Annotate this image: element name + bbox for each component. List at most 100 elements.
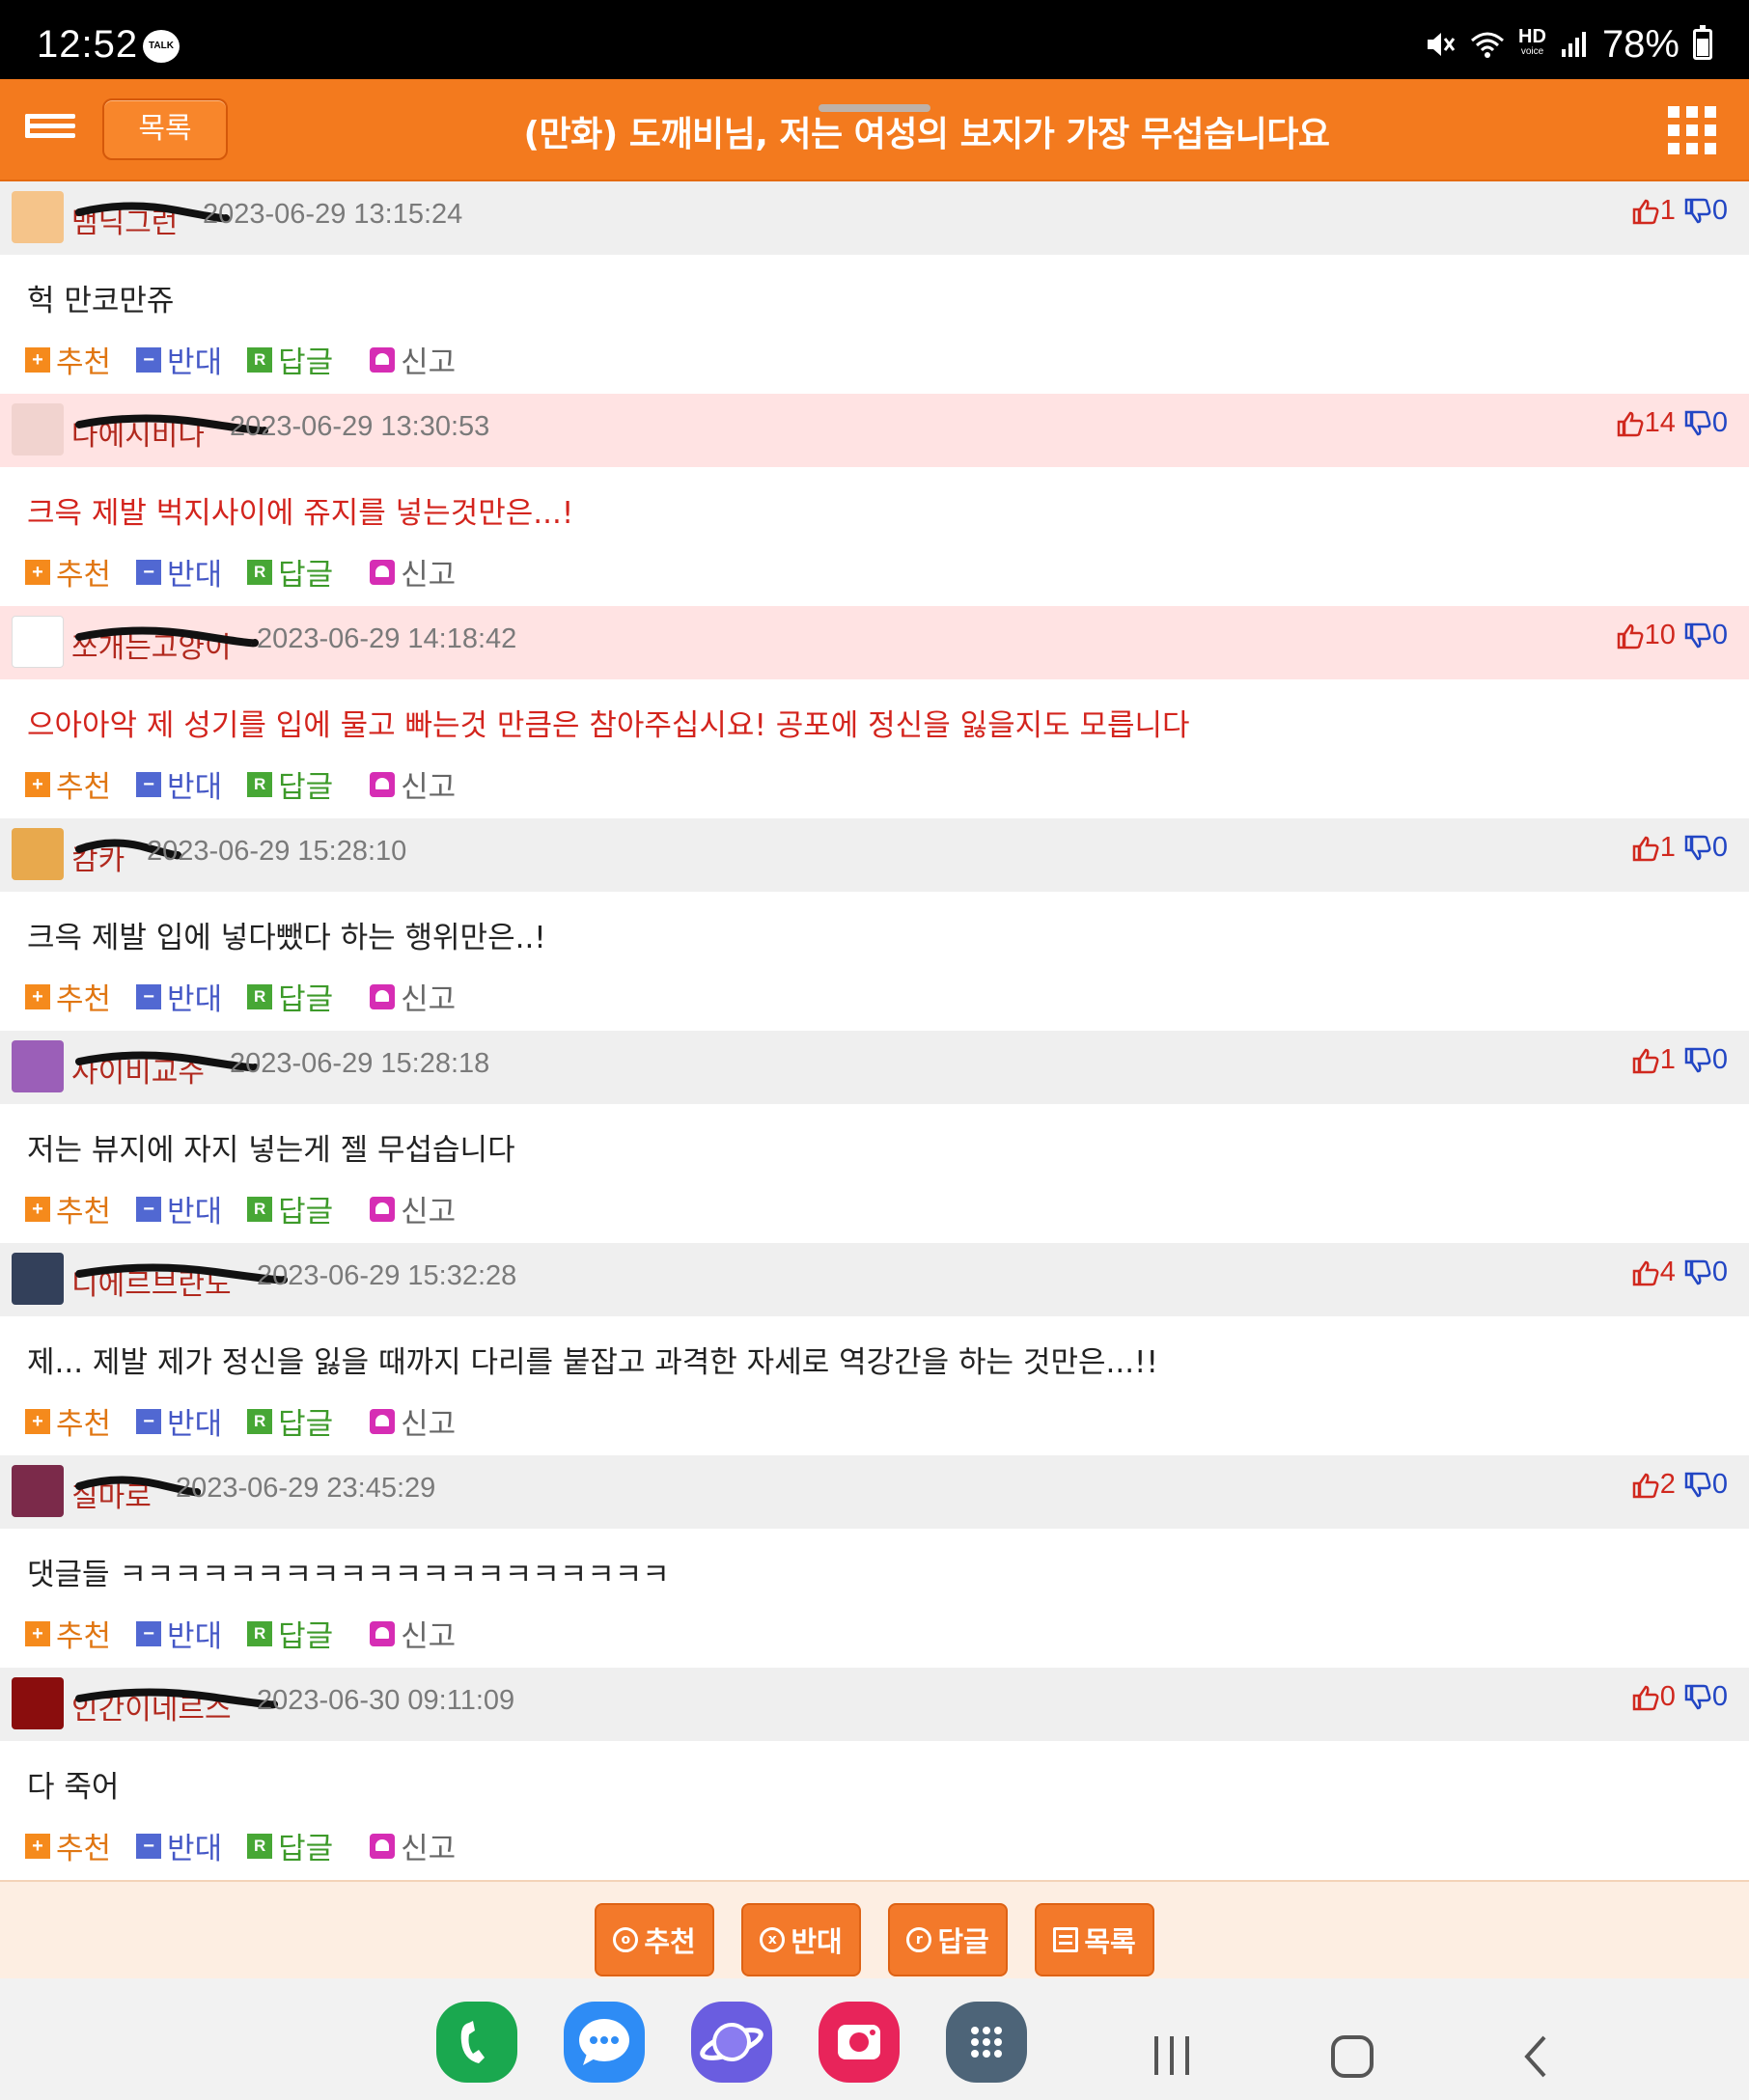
menu-icon[interactable] (25, 114, 75, 147)
oppose-button[interactable]: − 반대 (136, 1824, 222, 1867)
dislike-count[interactable]: 0 (1683, 195, 1728, 227)
report-button[interactable]: 신고 (370, 975, 456, 1018)
comment-item: 나에시비나 2023-06-29 13:30:53 14 0 크윽 제발 벅지사… (0, 394, 1749, 606)
recommend-button[interactable]: + 추천 (25, 762, 111, 806)
avatar[interactable] (12, 403, 64, 456)
thumbs-down-icon (1684, 622, 1711, 648)
plus-icon: + (25, 559, 50, 585)
reply-button[interactable]: R 답글 (247, 975, 333, 1018)
bottom-recommend-button[interactable]: o 추천 (595, 1903, 714, 1976)
like-count[interactable]: 4 (1631, 1257, 1676, 1288)
dislike-count[interactable]: 0 (1683, 1681, 1728, 1713)
oppose-button[interactable]: − 반대 (136, 1612, 222, 1655)
recommend-button[interactable]: + 추천 (25, 1612, 111, 1655)
comment-header: 칠마로 2023-06-29 23:45:29 2 0 (0, 1455, 1749, 1529)
recommend-button[interactable]: + 추천 (25, 975, 111, 1018)
report-button[interactable]: 신고 (370, 762, 456, 806)
avatar[interactable] (12, 616, 64, 668)
dislike-count[interactable]: 0 (1683, 1044, 1728, 1076)
thumbs-down-icon (1684, 835, 1711, 860)
recent-apps-icon[interactable] (1149, 2034, 1195, 2077)
oppose-button[interactable]: − 반대 (136, 550, 222, 594)
comment-item: 뱀닉그런 2023-06-29 13:15:24 1 0 헉 만코만쥬 +추천 (0, 181, 1749, 394)
avatar[interactable] (12, 1253, 64, 1305)
dislike-count[interactable]: 0 (1683, 1257, 1728, 1288)
comment-actions: + 추천 − 반대 R 답글 신고 (25, 1399, 481, 1443)
home-icon[interactable] (1330, 2034, 1374, 2079)
like-count[interactable]: 1 (1631, 1044, 1676, 1076)
dislike-count[interactable]: 0 (1683, 832, 1728, 864)
back-icon[interactable] (1521, 2034, 1550, 2079)
reply-button[interactable]: R 답글 (247, 338, 333, 381)
recommend-button[interactable]: + 추천 (25, 1399, 111, 1443)
avatar[interactable] (12, 828, 64, 880)
comment-header: 인간이네르스 2023-06-30 09:11:09 0 0 (0, 1668, 1749, 1741)
avatar[interactable] (12, 1465, 64, 1517)
like-count[interactable]: 1 (1631, 832, 1676, 864)
comment-date: 2023-06-29 23:45:29 (176, 1473, 436, 1504)
report-button[interactable]: 신고 (370, 1824, 456, 1867)
oppose-button[interactable]: − 반대 (136, 762, 222, 806)
camera-app-icon[interactable] (819, 2002, 900, 2083)
reply-button[interactable]: R 답글 (247, 1612, 333, 1655)
reply-r-icon: R (247, 1196, 273, 1222)
reply-button[interactable]: R 답글 (247, 550, 333, 594)
report-button[interactable]: 신고 (370, 1399, 456, 1443)
reply-button[interactable]: R 답글 (247, 1187, 333, 1230)
like-count[interactable]: 10 (1616, 620, 1676, 651)
avatar[interactable] (12, 1040, 64, 1092)
list-button[interactable]: 목록 (102, 98, 228, 160)
comment-date: 2023-06-29 15:28:10 (147, 836, 407, 867)
report-button[interactable]: 신고 (370, 338, 456, 381)
like-count[interactable]: 1 (1631, 195, 1676, 227)
bottom-oppose-button[interactable]: x 반대 (741, 1903, 861, 1976)
thumbs-up-icon (1632, 199, 1659, 224)
thumbs-up-icon (1617, 411, 1644, 436)
minus-icon: − (136, 1833, 162, 1859)
comment-header: 쪼개는고양이 2023-06-29 14:18:42 10 0 (0, 606, 1749, 679)
avatar[interactable] (12, 1677, 64, 1729)
like-count[interactable]: 14 (1616, 407, 1676, 439)
circle-o-icon: o (613, 1927, 639, 1952)
oppose-button[interactable]: − 반대 (136, 975, 222, 1018)
report-button[interactable]: 신고 (370, 1612, 456, 1655)
wifi-icon (1471, 32, 1505, 58)
battery-percent: 78% (1601, 22, 1680, 66)
app-drawer-icon[interactable] (946, 2002, 1027, 2083)
battery-icon (1693, 25, 1712, 60)
status-time: 12:52 (37, 23, 139, 66)
comment-text: 크윽 제발 입에 넣다뺐다 하는 행위만은..! (27, 921, 546, 955)
grid-menu-icon[interactable] (1668, 106, 1716, 154)
oppose-button[interactable]: − 반대 (136, 1399, 222, 1443)
like-count[interactable]: 0 (1631, 1681, 1676, 1713)
vote-counts: 10 0 (1616, 620, 1728, 651)
plus-icon: + (25, 1833, 50, 1859)
comment-item: 인간이네르스 2023-06-30 09:11:09 0 0 다 죽어 +추천 (0, 1668, 1749, 1880)
comment-date: 2023-06-29 14:18:42 (257, 623, 517, 654)
bottom-reply-button[interactable]: r 답글 (888, 1903, 1008, 1976)
report-button[interactable]: 신고 (370, 1187, 456, 1230)
recommend-button[interactable]: + 추천 (25, 338, 111, 381)
internet-browser-icon[interactable] (691, 2002, 772, 2083)
oppose-button[interactable]: − 반대 (136, 338, 222, 381)
dislike-count[interactable]: 0 (1683, 1469, 1728, 1501)
report-button[interactable]: 신고 (370, 550, 456, 594)
redaction-scribble (75, 626, 259, 648)
reply-button[interactable]: R 답글 (247, 762, 333, 806)
like-count[interactable]: 2 (1631, 1469, 1676, 1501)
oppose-button[interactable]: − 반대 (136, 1187, 222, 1230)
reply-button[interactable]: R 답글 (247, 1399, 333, 1443)
messages-app-icon[interactable] (564, 2002, 645, 2083)
avatar[interactable] (12, 191, 64, 243)
recommend-button[interactable]: + 추천 (25, 1824, 111, 1867)
hd-voice-icon: HD voice (1518, 26, 1546, 57)
dislike-count[interactable]: 0 (1683, 620, 1728, 651)
phone-app-icon[interactable] (436, 2002, 517, 2083)
minus-icon: − (136, 983, 162, 1009)
recommend-button[interactable]: + 추천 (25, 550, 111, 594)
bottom-list-button[interactable]: 목록 (1035, 1903, 1154, 1976)
siren-icon (370, 1833, 396, 1859)
recommend-button[interactable]: + 추천 (25, 1187, 111, 1230)
reply-button[interactable]: R 답글 (247, 1824, 333, 1867)
dislike-count[interactable]: 0 (1683, 407, 1728, 439)
